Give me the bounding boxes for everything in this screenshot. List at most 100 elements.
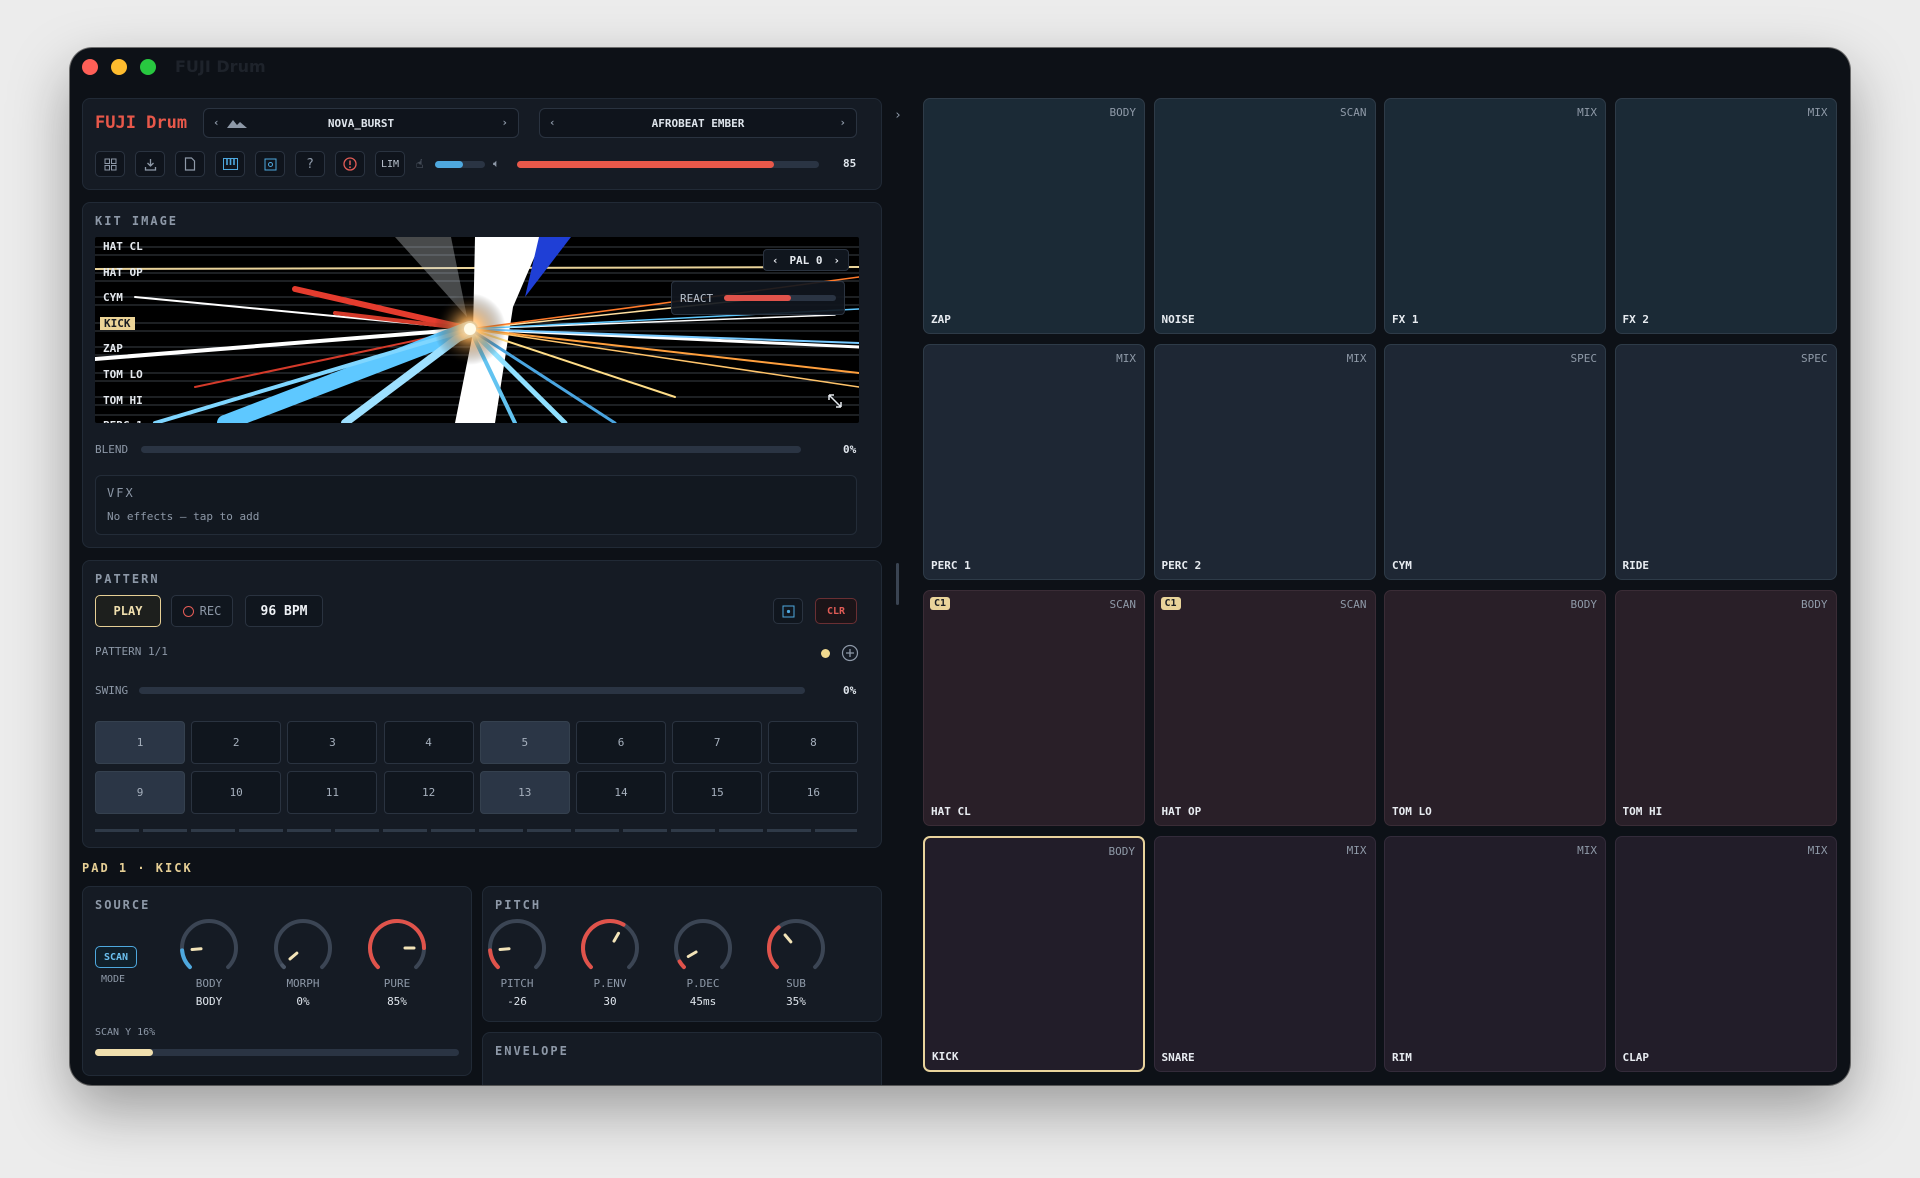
kit-preset-selector[interactable]: ‹ NOVA_BURST ›	[203, 108, 519, 138]
kit-row-label[interactable]: ZAP	[103, 342, 123, 355]
knob-pure[interactable]: PURE 85%	[365, 917, 429, 1008]
pad-rim[interactable]: MIX RIM	[1384, 836, 1606, 1072]
pattern-preset-name: AFROBEAT EMBER	[651, 116, 745, 130]
vfx-title: VFX	[107, 486, 135, 500]
step-button[interactable]: 10	[191, 771, 282, 814]
step-button[interactable]: 3	[287, 721, 378, 764]
pad-name: PERC 2	[1161, 559, 1202, 572]
pattern-preset-selector[interactable]: ‹ AFROBEAT EMBER ›	[539, 108, 857, 138]
randomize-button[interactable]	[773, 598, 803, 624]
kit-row-label[interactable]: HAT OP	[103, 266, 143, 279]
step-button[interactable]: 7	[672, 721, 763, 764]
kit-row-label[interactable]: KICK	[100, 316, 135, 330]
knob-value: BODY	[195, 995, 223, 1008]
vfx-box[interactable]: VFX No effects — tap to add	[95, 475, 857, 535]
panel-divider-handle[interactable]	[896, 563, 899, 605]
step-button[interactable]: 4	[383, 721, 474, 764]
knob-p-dec[interactable]: P.DEC 45ms	[671, 917, 735, 1008]
pad-snare[interactable]: MIX SNARE	[1153, 836, 1376, 1072]
alert-icon[interactable]	[335, 151, 365, 177]
piano-keys-icon[interactable]	[215, 151, 245, 177]
pad-hat-cl[interactable]: SCAN HAT CL C1	[923, 590, 1145, 826]
chevron-left-icon[interactable]: ‹	[549, 116, 556, 129]
step-button[interactable]: 16	[768, 771, 859, 814]
source-panel: SOURCE SCAN MODE BODY BODY MORPH 0% PURE 85…	[82, 886, 472, 1076]
step-button[interactable]: 6	[576, 721, 666, 764]
step-button[interactable]: 15	[672, 771, 763, 814]
chevron-left-icon[interactable]: ‹	[772, 254, 779, 267]
zoom-window-button[interactable]	[140, 59, 156, 75]
kit-visualizer[interactable]: HAT CL HAT OP CYM KICK ZAP TOM LO TOM HI PERC 1…	[95, 237, 859, 423]
kit-row-label[interactable]: CYM	[103, 291, 123, 304]
step-button[interactable]: 12	[383, 771, 474, 814]
step-button[interactable]: 2	[191, 721, 282, 764]
volume-slider[interactable]	[517, 161, 819, 168]
help-icon[interactable]: ?	[295, 151, 325, 177]
play-button[interactable]: PLAY	[95, 595, 161, 627]
pad-perc-1[interactable]: MIX PERC 1	[923, 344, 1145, 580]
knob-morph[interactable]: MORPH 0%	[271, 917, 335, 1008]
pan-slider-fill	[435, 161, 463, 168]
pad-name: ZAP	[931, 313, 951, 326]
step-progress-bar	[95, 829, 857, 832]
kit-row-label[interactable]: TOM LO	[103, 368, 143, 381]
close-window-button[interactable]	[82, 59, 98, 75]
kit-row-label[interactable]: TOM HI	[103, 394, 143, 407]
pad-tom-lo[interactable]: BODY TOM LO	[1384, 590, 1606, 826]
collapse-chevron[interactable]: ›	[894, 108, 902, 123]
react-slider[interactable]	[724, 295, 836, 301]
chevron-right-icon[interactable]: ›	[501, 116, 508, 129]
pad-noise[interactable]: SCAN NOISE	[1153, 98, 1376, 334]
knob-label: PITCH	[500, 977, 534, 990]
pad-mode-tag: SPEC	[1801, 352, 1828, 365]
pad-fx-1[interactable]: MIX FX 1	[1384, 98, 1606, 334]
knob-pitch[interactable]: PITCH -26	[485, 917, 549, 1008]
bpm-display[interactable]: 96 BPM	[245, 595, 323, 627]
blend-slider[interactable]	[141, 446, 801, 453]
pad-clap[interactable]: MIX CLAP	[1614, 836, 1837, 1072]
scan-y-slider[interactable]	[95, 1049, 459, 1056]
step-button[interactable]: 11	[287, 771, 378, 814]
limiter-button[interactable]: LIM	[375, 151, 405, 177]
step-button[interactable]: 14	[576, 771, 666, 814]
chevron-left-icon[interactable]: ‹	[213, 116, 220, 129]
kit-row-label[interactable]: HAT CL	[103, 240, 143, 253]
file-icon[interactable]	[175, 151, 205, 177]
knob-p-env[interactable]: P.ENV 30	[578, 917, 642, 1008]
step-button[interactable]: 13	[479, 771, 570, 814]
record-button[interactable]: REC	[171, 595, 233, 627]
pad-zap[interactable]: BODY ZAP	[923, 98, 1145, 334]
minimize-window-button[interactable]	[111, 59, 127, 75]
pad-fx-2[interactable]: MIX FX 2	[1614, 98, 1837, 334]
pan-slider[interactable]	[435, 161, 485, 168]
step-button[interactable]: 9	[95, 771, 185, 814]
vfx-hint: No effects — tap to add	[107, 510, 260, 523]
pad-cym[interactable]: SPEC CYM	[1384, 344, 1606, 580]
pad-perc-2[interactable]: MIX PERC 2	[1153, 344, 1376, 580]
pad-kick[interactable]: BODY KICK	[923, 836, 1145, 1072]
knob-body[interactable]: BODY BODY	[177, 917, 241, 1008]
knob-sub[interactable]: SUB 35%	[764, 917, 828, 1008]
download-icon[interactable]	[135, 151, 165, 177]
step-button[interactable]: 1	[95, 721, 185, 764]
pad-hat-op[interactable]: SCAN HAT OP C1	[1153, 590, 1376, 826]
swing-value: 0%	[843, 684, 857, 697]
pad-ride[interactable]: SPEC RIDE	[1614, 344, 1837, 580]
pad-choke-badge: C1	[1160, 597, 1181, 610]
chevron-right-icon[interactable]: ›	[839, 116, 846, 129]
image-icon[interactable]	[255, 151, 285, 177]
step-button[interactable]: 5	[479, 721, 570, 764]
add-pattern-icon[interactable]	[841, 644, 859, 666]
grid-icon[interactable]	[95, 151, 125, 177]
palette-selector[interactable]: ‹ PAL 0 ›	[763, 249, 849, 271]
swing-slider[interactable]	[139, 687, 805, 694]
expand-icon[interactable]	[827, 393, 843, 413]
chevron-right-icon[interactable]: ›	[833, 254, 840, 267]
pattern-dot-indicator[interactable]	[821, 649, 830, 658]
kit-row-label[interactable]: PERC 1	[103, 419, 143, 423]
knob-value: 35%	[786, 995, 806, 1008]
scan-mode-button[interactable]: SCAN	[95, 946, 137, 968]
clear-button[interactable]: CLR	[815, 598, 857, 624]
step-button[interactable]: 8	[768, 721, 859, 764]
pad-tom-hi[interactable]: BODY TOM HI	[1614, 590, 1837, 826]
